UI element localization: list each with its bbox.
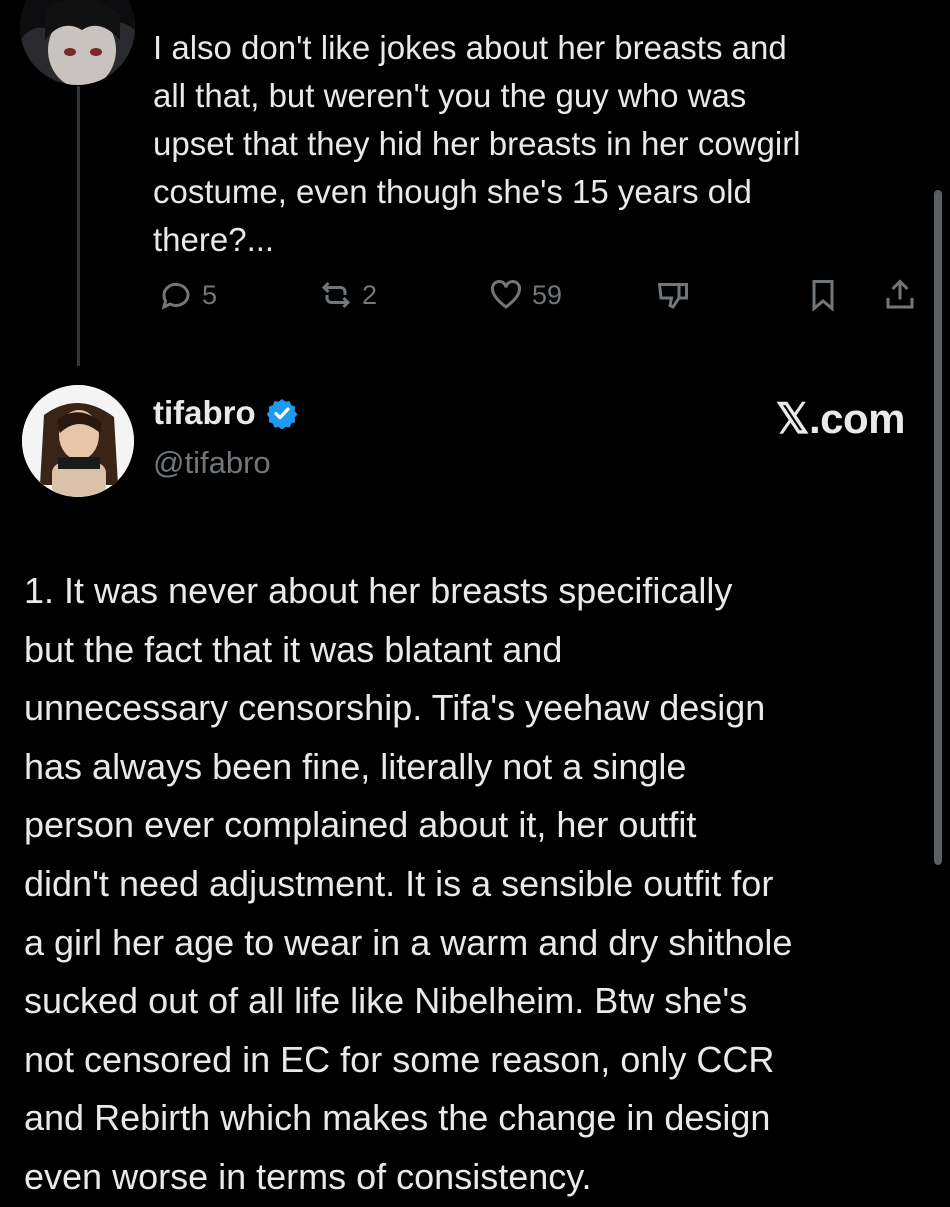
- author-display-name[interactable]: tifabro: [153, 394, 256, 432]
- reply-action-bar: 5 2 59: [150, 277, 930, 327]
- reply-button[interactable]: 5: [158, 277, 217, 313]
- repost-button[interactable]: 2: [318, 277, 377, 313]
- reply-text: I also don't like jokes about her breast…: [153, 29, 801, 258]
- dislike-button[interactable]: [655, 277, 691, 313]
- reply-avatar-image: [20, 0, 135, 85]
- author-handle[interactable]: @tifabro: [153, 445, 271, 481]
- bookmark-button[interactable]: [805, 277, 841, 313]
- bookmark-icon: [812, 280, 834, 312]
- repost-icon: [321, 281, 351, 309]
- like-button[interactable]: 59: [488, 277, 562, 313]
- author-avatar[interactable]: [22, 385, 134, 497]
- reply-count: 5: [202, 279, 218, 310]
- verified-badge-icon: [266, 399, 298, 429]
- repost-count: 2: [362, 279, 378, 310]
- author-avatar-image: [22, 385, 134, 497]
- dislike-icon: [657, 283, 688, 309]
- like-icon: [490, 280, 522, 309]
- author-name-row: tifabro: [153, 394, 298, 432]
- thread-connector-line: [77, 86, 80, 366]
- share-button[interactable]: [882, 277, 918, 313]
- share-icon: [886, 279, 914, 309]
- x-brand-watermark: 𝕏.com: [775, 395, 906, 442]
- reply-author-avatar[interactable]: [20, 0, 135, 85]
- like-count: 59: [532, 279, 563, 310]
- reply-icon: [161, 282, 190, 310]
- scrollbar[interactable]: [934, 190, 942, 865]
- tweet-text: 1. It was never about her breasts specif…: [24, 570, 793, 1197]
